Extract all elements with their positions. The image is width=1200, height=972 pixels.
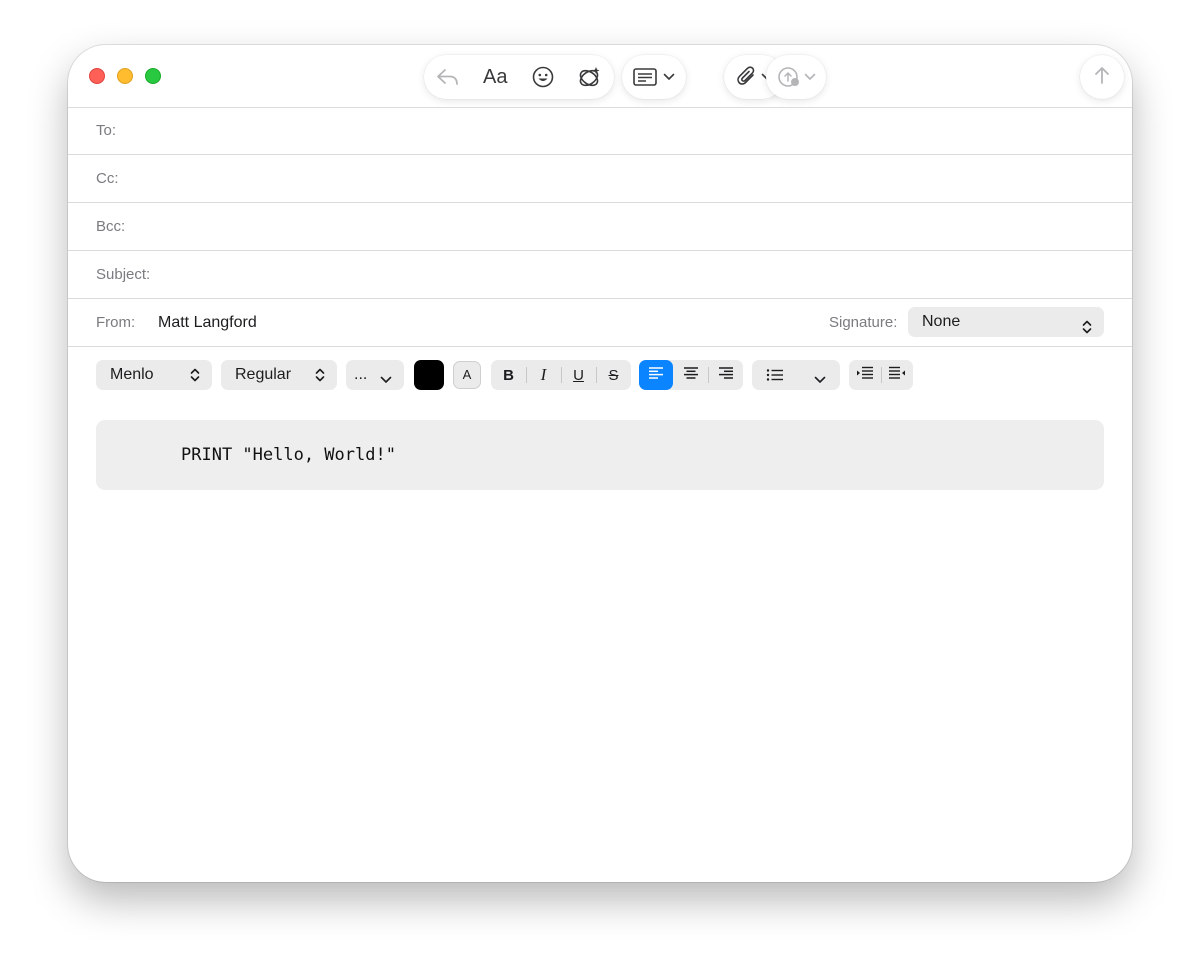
underline-label: U	[573, 366, 584, 384]
header-fields-button[interactable]	[622, 55, 686, 99]
writing-tools-button[interactable]	[568, 55, 612, 99]
chevron-updown-icon	[1082, 315, 1092, 345]
font-family-select[interactable]: Menlo	[96, 360, 212, 390]
underline-button[interactable]: U	[561, 360, 596, 390]
compose-window: Aa To: Cc: Bcc: Subject: From: Matt Lang…	[68, 45, 1132, 882]
font-size-select[interactable]: ...	[346, 360, 404, 390]
chevron-down-icon	[663, 73, 675, 81]
to-field[interactable]: To:	[68, 107, 1132, 155]
minimize-button[interactable]	[117, 68, 133, 84]
font-family-value: Menlo	[110, 366, 154, 383]
list-style-select[interactable]	[752, 360, 840, 390]
photo-browser-button[interactable]	[766, 55, 826, 99]
emoji-icon	[532, 66, 554, 88]
subject-label: Subject:	[96, 266, 151, 283]
signature-select[interactable]: None	[908, 307, 1104, 337]
from-label: From:	[96, 314, 136, 331]
increase-indent-button[interactable]	[881, 360, 913, 390]
alignment-segments	[639, 360, 743, 390]
align-right-icon	[718, 366, 734, 384]
reply-button[interactable]	[426, 55, 470, 99]
from-field: From: Matt Langford Signature: None	[68, 299, 1132, 347]
code-text: PRINT "Hello, World!"	[181, 445, 396, 465]
photo-browser-icon	[776, 65, 802, 89]
font-style-select[interactable]: Regular	[221, 360, 337, 390]
increase-indent-icon	[888, 366, 906, 384]
writing-tools-icon	[577, 65, 603, 89]
photo-browser-menu[interactable]	[766, 55, 826, 99]
strikethrough-button[interactable]: S	[596, 360, 631, 390]
format-text-button[interactable]: Aa	[473, 55, 517, 99]
italic-button[interactable]: I	[526, 360, 561, 390]
from-account-select[interactable]: Matt Langford	[158, 299, 257, 347]
text-style-segments: B I U S	[491, 360, 631, 390]
bold-button[interactable]: B	[491, 360, 526, 390]
chevron-updown-icon	[315, 368, 325, 387]
align-left-icon	[648, 366, 664, 384]
chevron-updown-icon	[190, 368, 200, 387]
emoji-button[interactable]	[521, 55, 565, 99]
reply-icon	[436, 67, 460, 87]
title-bar: Aa	[68, 45, 1132, 108]
signature-label: Signature:	[829, 314, 898, 331]
toolbar-group-main: Aa	[424, 55, 614, 99]
header-fields-menu[interactable]	[622, 55, 686, 99]
font-style-value: Regular	[235, 366, 292, 383]
indent-segments	[849, 360, 913, 390]
zoom-button[interactable]	[145, 68, 161, 84]
send-button[interactable]	[1080, 55, 1124, 99]
message-body-code-block[interactable]: PRINT "Hello, World!"	[96, 420, 1104, 490]
decrease-indent-button[interactable]	[849, 360, 881, 390]
align-center-icon	[683, 366, 699, 384]
text-color-well[interactable]	[414, 360, 444, 390]
bold-label: B	[503, 366, 514, 384]
chevron-down-icon	[814, 371, 826, 389]
bcc-field[interactable]: Bcc:	[68, 203, 1132, 251]
decrease-indent-icon	[856, 366, 874, 384]
to-label: To:	[96, 122, 117, 139]
highlight-color-button[interactable]: A	[453, 361, 481, 389]
align-left-button[interactable]	[639, 360, 673, 390]
chevron-down-icon	[380, 371, 392, 389]
close-button[interactable]	[89, 68, 105, 84]
align-right-button[interactable]	[708, 360, 743, 390]
send-icon	[1093, 65, 1111, 90]
attachment-icon	[736, 65, 758, 89]
chevron-down-icon	[804, 73, 816, 81]
bcc-label: Bcc:	[96, 218, 126, 235]
font-size-value: ...	[354, 366, 368, 383]
signature-value: None	[922, 313, 961, 330]
cc-label: Cc:	[96, 170, 119, 187]
subject-field[interactable]: Subject:	[68, 251, 1132, 299]
italic-label: I	[540, 365, 547, 384]
header-fields-icon	[633, 68, 659, 86]
strikethrough-label: S	[608, 366, 619, 384]
cc-field[interactable]: Cc:	[68, 155, 1132, 203]
format-text-label: Aa	[483, 65, 508, 88]
align-center-button[interactable]	[673, 360, 708, 390]
bullet-list-icon	[766, 368, 784, 382]
